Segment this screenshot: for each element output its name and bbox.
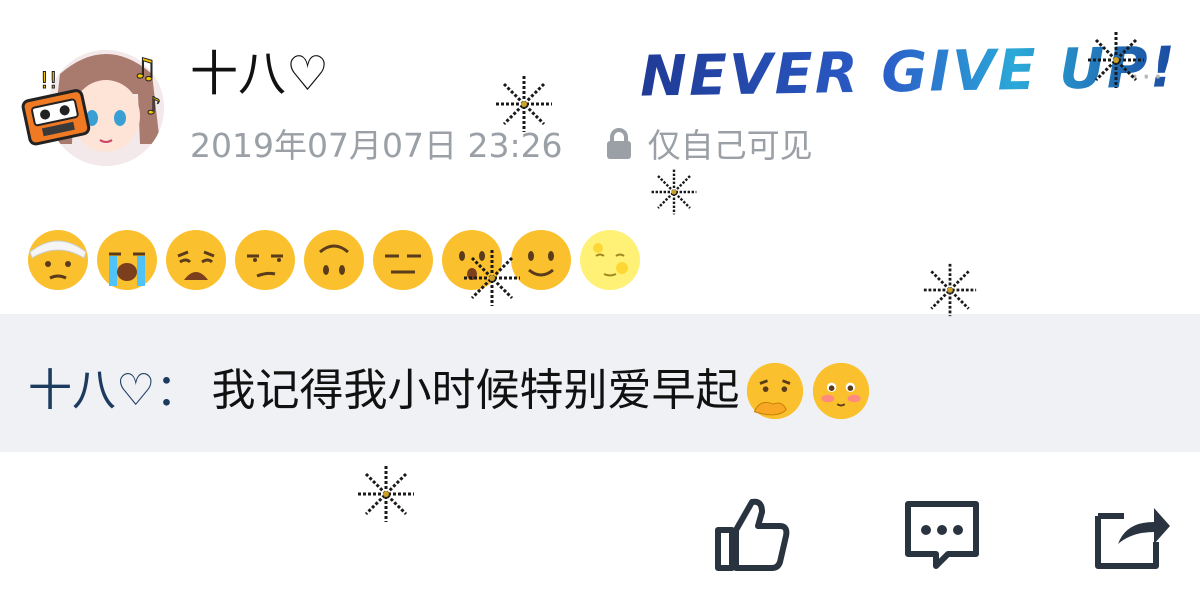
- weary-face-icon: [166, 230, 226, 290]
- post-author-name[interactable]: 十八♡: [190, 44, 329, 104]
- svg-text:!!: !!: [40, 69, 58, 94]
- snowflake-icon: [358, 466, 414, 522]
- snowflake-icon: [1088, 32, 1144, 88]
- comment-icon[interactable]: [902, 494, 982, 574]
- svg-text:♪: ♪: [146, 92, 161, 120]
- thumbs-up-icon[interactable]: [712, 494, 792, 574]
- comment-separator: ：: [155, 365, 200, 416]
- lock-icon: [607, 128, 632, 159]
- visibility-label: 仅自己可见: [647, 126, 813, 165]
- snowflake-icon: [651, 169, 697, 215]
- thinking-face-icon: [747, 362, 804, 420]
- upside-down-face-icon: [304, 230, 364, 290]
- comment-author[interactable]: 十八♡: [28, 360, 155, 422]
- head-bandage-face-icon: [28, 230, 88, 290]
- full-moon-face-icon: [580, 230, 640, 290]
- snowflake-icon: [923, 263, 977, 317]
- comment-text: 我记得我小时候特别爱早起: [211, 365, 740, 416]
- snowflake-icon: [464, 250, 520, 306]
- post-emoji-row: [26, 228, 647, 292]
- shy-face-icon: [813, 362, 870, 420]
- unamused-face-icon: [235, 230, 295, 290]
- svg-text:♫: ♫: [132, 52, 157, 85]
- share-icon[interactable]: [1092, 494, 1172, 574]
- loudly-crying-face-icon: [97, 230, 157, 290]
- comment-item[interactable]: 十八♡ ： 我记得我小时候特别爱早起: [28, 360, 871, 422]
- snowflake-icon: [496, 76, 552, 132]
- user-avatar[interactable]: !! ♫ ♪: [20, 44, 166, 172]
- expressionless-face-icon: [373, 230, 433, 290]
